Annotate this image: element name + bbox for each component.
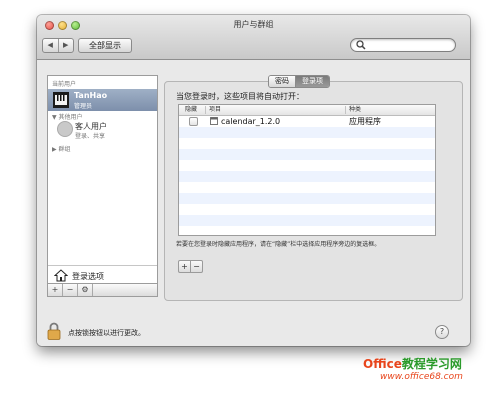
sidebar-button-bar: + − ⚙ — [48, 283, 157, 296]
groups-header[interactable]: ▶ 群组 — [52, 144, 71, 153]
guest-avatar-icon — [57, 121, 73, 137]
empty-row — [179, 149, 435, 160]
help-button[interactable]: ? — [435, 325, 449, 339]
column-header-item[interactable]: 项目 — [209, 105, 221, 115]
search-icon — [356, 40, 366, 50]
piano-avatar-icon — [53, 92, 69, 108]
nav-back-forward: ◀ ▶ — [42, 38, 74, 53]
window-title: 用户与群组 — [233, 20, 274, 29]
tab-bar: 密码 登录项 — [268, 75, 330, 88]
item-kind-cell: 应用程序 — [349, 117, 381, 126]
empty-row — [179, 160, 435, 171]
lock-icon[interactable] — [47, 322, 61, 340]
table-header: 隐藏 项目 种类 — [179, 105, 435, 116]
hide-hint-text: 若要在您登录时隐藏应用程序，请在“隐藏”栏中选择应用程序旁边的复选框。 — [176, 241, 381, 248]
sidebar-item-current-user[interactable]: TanHao 管理员 — [48, 89, 157, 111]
hide-checkbox[interactable] — [189, 117, 198, 126]
groups-label: 群组 — [58, 146, 71, 153]
user-sidebar: 当前用户 TanHao 管理员 ▼ 其他用户 客人用户 登录、共享 ▶ 群组 登… — [47, 75, 158, 297]
column-divider — [205, 106, 206, 114]
guest-subtitle: 登录、共享 — [75, 133, 106, 140]
login-options-label: 登录选项 — [72, 272, 104, 281]
show-all-button[interactable]: 全部显示 — [78, 38, 132, 53]
empty-row — [179, 193, 435, 204]
add-login-item-button[interactable]: + — [179, 261, 191, 272]
lock-hint-text: 点按锁按钮以进行更改。 — [68, 329, 145, 337]
tab-login-items[interactable]: 登录项 — [296, 76, 329, 87]
current-user-role: 管理员 — [74, 103, 93, 110]
preferences-window: 用户与群组 ◀ ▶ 全部显示 当前用户 TanHao 管理员 ▼ 其他用户 客人… — [37, 15, 470, 346]
other-users-label: 其他用户 — [58, 114, 83, 121]
login-items-panel: 密码 登录项 当您登录时，这些项目将自动打开： 隐藏 项目 种类 calenda… — [164, 75, 463, 301]
table-row[interactable]: calendar_1.2.0 应用程序 — [179, 116, 435, 127]
remove-user-button[interactable]: − — [63, 284, 78, 296]
column-header-kind[interactable]: 种类 — [349, 105, 361, 115]
add-user-button[interactable]: + — [48, 284, 63, 296]
content-area: 当前用户 TanHao 管理员 ▼ 其他用户 客人用户 登录、共享 ▶ 群组 登… — [37, 60, 470, 346]
current-user-name: TanHao — [74, 91, 108, 100]
forward-button[interactable]: ▶ — [59, 39, 74, 52]
other-users-header[interactable]: ▼ 其他用户 — [52, 112, 83, 121]
home-icon — [54, 269, 68, 282]
tab-password[interactable]: 密码 — [269, 76, 296, 87]
calendar-app-icon — [210, 117, 218, 125]
watermark-url: www.office68.com — [380, 372, 463, 382]
empty-row — [179, 127, 435, 138]
watermark-logo: Office教程学习网 — [363, 355, 462, 372]
column-header-hide[interactable]: 隐藏 — [185, 105, 197, 115]
current-users-header: 当前用户 — [52, 81, 77, 88]
empty-row — [179, 138, 435, 149]
remove-login-item-button[interactable]: − — [191, 261, 202, 272]
back-button[interactable]: ◀ — [43, 39, 59, 52]
empty-row — [179, 171, 435, 182]
login-options-item[interactable]: 登录选项 — [48, 265, 157, 284]
login-item-buttons: + − — [178, 260, 203, 273]
toolbar: 用户与群组 ◀ ▶ 全部显示 — [37, 15, 470, 60]
item-name-cell: calendar_1.2.0 — [221, 117, 281, 126]
watermark-brand-a: Office — [363, 357, 402, 371]
login-items-table: 隐藏 项目 种类 calendar_1.2.0 应用程序 — [178, 104, 436, 236]
column-divider — [345, 106, 346, 114]
panel-heading: 当您登录时，这些项目将自动打开： — [176, 92, 304, 101]
gear-icon[interactable]: ⚙ — [78, 284, 93, 296]
watermark-brand-b: 教程学习网 — [401, 357, 462, 371]
empty-row — [179, 204, 435, 215]
empty-row — [179, 182, 435, 193]
search-input[interactable] — [350, 38, 456, 52]
empty-row — [179, 215, 435, 226]
